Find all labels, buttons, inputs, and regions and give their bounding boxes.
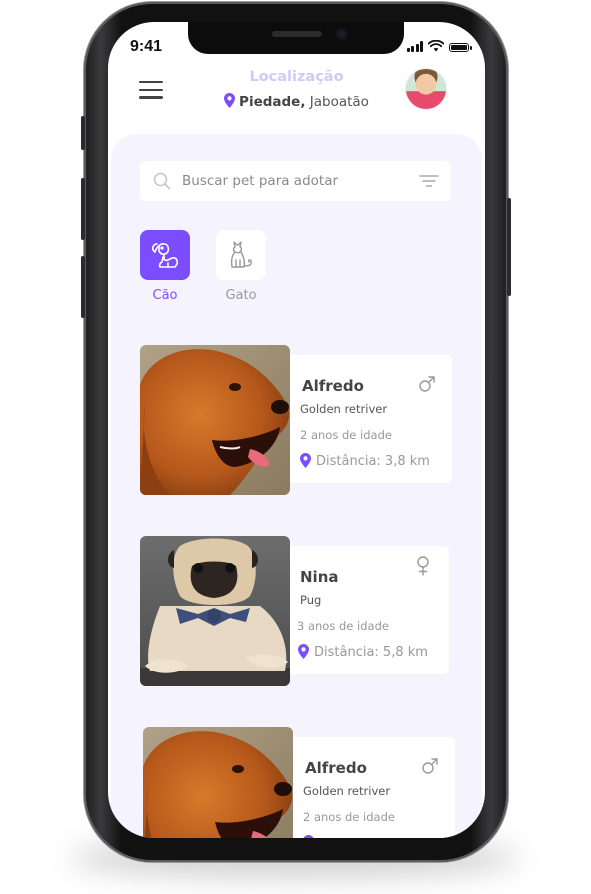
location-city: Piedade, bbox=[239, 94, 306, 110]
category-cat-label: Gato bbox=[225, 288, 257, 303]
wifi-icon bbox=[428, 40, 444, 52]
mute-switch bbox=[81, 116, 85, 150]
search-icon bbox=[153, 172, 171, 190]
location-pin-icon bbox=[298, 644, 309, 659]
pet-age: 3 anos de idade bbox=[297, 619, 389, 633]
category-dog-box bbox=[140, 230, 190, 280]
volume-down-button bbox=[81, 256, 85, 318]
filter-icon[interactable] bbox=[419, 174, 439, 188]
notch bbox=[188, 22, 404, 54]
user-avatar[interactable] bbox=[405, 68, 447, 110]
speaker bbox=[272, 31, 322, 37]
header: Localização Piedade, Jaboatão bbox=[108, 66, 485, 136]
search-bar bbox=[140, 161, 451, 201]
pet-age: 2 anos de idade bbox=[300, 428, 392, 442]
pet-card-info: Alfredo Golden retriver 2 anos de idade … bbox=[280, 355, 452, 483]
female-icon bbox=[417, 556, 429, 576]
cellular-signal-icon bbox=[406, 41, 423, 52]
main-content: Cão Gato Alfredo Golden retriver bbox=[111, 134, 482, 838]
location-pin-icon bbox=[303, 835, 314, 838]
battery-icon bbox=[449, 43, 472, 52]
phone-screen: 9:41 Localização Piedade, Jaboatão Busca… bbox=[108, 22, 485, 838]
location-pin-icon bbox=[224, 93, 236, 108]
volume-up-button bbox=[81, 178, 85, 240]
front-camera bbox=[336, 28, 348, 40]
pet-card-info: Alfredo Golden retriver 2 anos de idade bbox=[283, 737, 455, 838]
pet-breed: Golden retriver bbox=[300, 402, 388, 416]
pet-distance bbox=[303, 835, 319, 838]
category-cat[interactable]: Gato bbox=[216, 230, 266, 303]
male-icon bbox=[419, 376, 435, 392]
pet-name: Alfredo bbox=[302, 377, 364, 395]
golden-retriever-photo bbox=[140, 345, 290, 495]
dog-icon bbox=[151, 243, 179, 268]
location-pin-icon bbox=[300, 453, 311, 468]
pet-distance-text: Distância: 5,8 km bbox=[314, 645, 428, 660]
status-time: 9:41 bbox=[130, 38, 163, 55]
pet-distance: Distância: 5,8 km bbox=[298, 644, 428, 660]
pet-breed: Golden retriver bbox=[303, 784, 391, 798]
pet-distance-text: Distância: 3,8 km bbox=[316, 454, 430, 469]
pet-name: Alfredo bbox=[305, 759, 367, 777]
golden-retriever-photo bbox=[143, 727, 293, 838]
category-dog[interactable]: Cão bbox=[140, 230, 190, 303]
power-button bbox=[507, 198, 511, 296]
pet-age: 2 anos de idade bbox=[303, 810, 395, 824]
pet-distance: Distância: 3,8 km bbox=[300, 453, 430, 469]
pet-name: Nina bbox=[300, 568, 339, 586]
pug-photo bbox=[140, 536, 290, 686]
status-icons bbox=[406, 40, 472, 52]
location-region: Jaboatão bbox=[309, 94, 369, 110]
category-dog-label: Cão bbox=[152, 288, 178, 303]
cat-icon bbox=[230, 241, 252, 268]
pet-card-info: Nina Pug 3 anos de idade Distância: 5,8 … bbox=[280, 546, 449, 674]
pet-breed: Pug bbox=[300, 593, 322, 607]
male-icon bbox=[422, 758, 438, 774]
search-input[interactable] bbox=[182, 161, 402, 201]
category-cat-box bbox=[216, 230, 266, 280]
